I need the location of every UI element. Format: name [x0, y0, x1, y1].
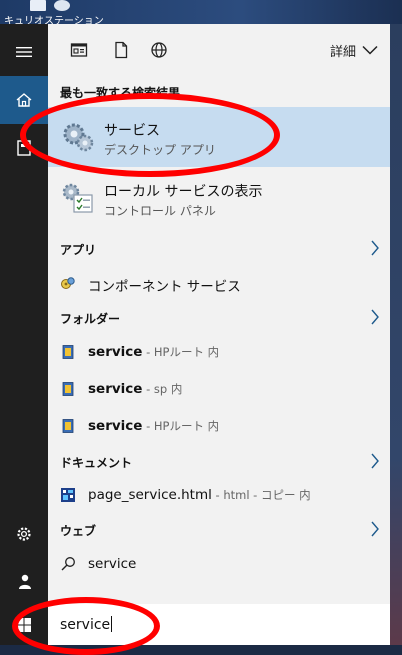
home-icon: [16, 93, 32, 107]
filter-apps-button[interactable]: [70, 41, 88, 59]
start-rail: [0, 24, 48, 645]
apps-heading: アプリ: [60, 243, 97, 257]
details-label: 詳細: [329, 44, 356, 60]
web-section-header[interactable]: ウェブ: [48, 517, 390, 541]
folder-result[interactable]: service - HPルート 内: [48, 335, 390, 369]
local-services-result[interactable]: ローカル サービスの表示 コントロール パネル: [48, 169, 390, 229]
search-icon: [61, 557, 75, 571]
home-button[interactable]: [0, 76, 48, 124]
folder-name: service: [88, 418, 143, 434]
folder-file-icon: [62, 419, 74, 433]
notebook-icon: [17, 140, 31, 156]
services-gears-icon: [63, 123, 94, 152]
control-panel-services-icon: [62, 183, 93, 213]
desktop-app-icon[interactable]: [54, 0, 70, 11]
chevron-right-icon: [371, 453, 379, 469]
app-result-label: コンポーネント サービス: [88, 279, 241, 295]
folder-location: - HPルート 内: [142, 419, 220, 433]
folders-heading: フォルダー: [60, 312, 121, 326]
document-name: page_service.html: [88, 487, 212, 503]
text-cursor: [111, 616, 113, 632]
best-match-subtitle: デスクトップ アプリ: [104, 143, 216, 157]
folder-file-icon: [62, 345, 74, 359]
folder-location: - sp 内: [142, 382, 183, 396]
folder-result[interactable]: service - HPルート 内: [48, 409, 390, 443]
desktop-background-edge: [390, 24, 402, 645]
documents-heading: ドキュメント: [60, 456, 133, 470]
gear-icon: [17, 527, 31, 541]
search-input[interactable]: service: [48, 604, 390, 645]
app-result-component-services[interactable]: コンポーネント サービス: [48, 266, 390, 300]
documents-section-header[interactable]: ドキュメント: [48, 449, 390, 473]
chevron-right-icon: [371, 240, 379, 256]
windows-start-button[interactable]: [0, 601, 48, 649]
settings-button[interactable]: [0, 510, 48, 558]
web-heading: ウェブ: [60, 524, 97, 538]
notebook-button[interactable]: [0, 124, 48, 172]
web-result-label: service: [88, 556, 137, 572]
folder-name: service: [88, 381, 143, 397]
filter-web-button[interactable]: [150, 41, 168, 59]
details-dropdown[interactable]: 詳細: [330, 39, 378, 61]
folder-name: service: [88, 344, 143, 360]
desktop-shortcut-icon[interactable]: [30, 0, 46, 11]
web-result[interactable]: service: [48, 547, 390, 581]
document-result[interactable]: page_service.html - html - コピー 内: [48, 478, 390, 512]
folders-section-header[interactable]: フォルダー: [48, 305, 390, 329]
desktop-background: キュリオステーション: [0, 0, 402, 27]
person-feedback-icon: [17, 574, 31, 589]
best-match-services[interactable]: サービス デスクトップ アプリ: [48, 107, 390, 167]
apps-window-icon: [70, 43, 88, 57]
globe-icon: [151, 42, 167, 58]
local-services-subtitle: コントロール パネル: [104, 204, 216, 218]
folder-file-icon: [62, 382, 74, 396]
best-match-title: サービス: [104, 123, 160, 139]
feedback-button[interactable]: [0, 558, 48, 606]
document-icon: [115, 41, 128, 59]
chevron-right-icon: [371, 309, 379, 325]
document-location: - html - コピー 内: [211, 488, 311, 502]
hamburger-icon: [16, 47, 32, 57]
search-results-panel: 詳細 最も一致する検索結果 サービス デスクトップ アプリ ローカル サービスの: [48, 24, 390, 645]
filter-documents-button[interactable]: [112, 41, 130, 59]
hamburger-menu-button[interactable]: [0, 28, 48, 76]
best-match-heading: 最も一致する検索結果: [60, 86, 181, 100]
local-services-title: ローカル サービスの表示: [104, 184, 263, 200]
filter-toolbar: 詳細: [48, 24, 390, 76]
folder-result[interactable]: service - sp 内: [48, 372, 390, 406]
chevron-down-icon: [362, 45, 378, 55]
folder-location: - HPルート 内: [142, 345, 220, 359]
chevron-right-icon: [371, 521, 379, 537]
windows-logo-icon: [17, 618, 31, 632]
component-services-icon: [61, 277, 75, 289]
search-query: service: [60, 617, 111, 633]
apps-section-header[interactable]: アプリ: [48, 236, 390, 260]
html-file-icon: [61, 488, 75, 502]
